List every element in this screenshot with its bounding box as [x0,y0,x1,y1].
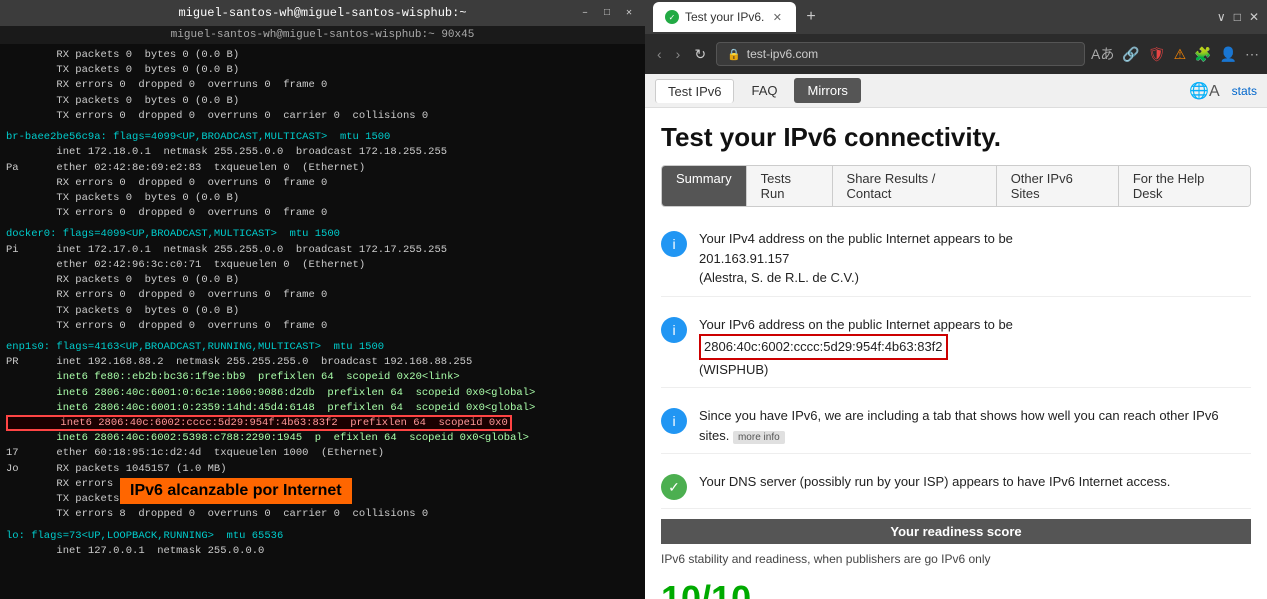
share-icon[interactable]: 🔗 [1122,46,1139,63]
profile-icon[interactable]: 👤 [1220,46,1237,63]
dns-card-text: Your DNS server (possibly run by your IS… [699,472,1170,492]
ipv4-address: 201.163.91.157 [699,251,789,266]
sub-tab-other-ipv6-sites[interactable]: Other IPv6 Sites [997,166,1119,206]
terminal-controls: – □ ✕ [577,5,637,21]
address-bar[interactable]: 🔒 test-ipv6.com [716,42,1085,66]
browser-window-controls: ∨ □ ✕ [1217,10,1259,24]
sub-tabs: Summary Tests Run Share Results / Contac… [661,165,1251,207]
warning-icon[interactable]: ⚠ [1174,46,1187,63]
ipv6-card: i Your IPv6 address on the public Intern… [661,307,1251,389]
refresh-button[interactable]: ↻ [690,44,710,65]
ipv6-isp: (WISPHUB) [699,362,768,377]
ipv6-label: IPv6 alcanzable por Internet [120,478,352,504]
tab-close-button[interactable]: ✕ [770,10,784,24]
new-tab-button[interactable]: + [802,4,819,30]
more-info-badge[interactable]: more info [733,431,785,444]
ipv6-card-text: Your IPv6 address on the public Internet… [699,315,1013,380]
info-icon-ipv4: i [661,231,687,257]
info-icon-dns: ✓ [661,474,687,500]
ipv6-label: Your IPv6 address on the public Internet… [699,317,1013,332]
readiness-body-text: IPv6 stability and readiness, when publi… [661,544,1251,574]
shield-icon[interactable]: 🛡 [1148,46,1166,63]
site-nav: Test IPv6 FAQ Mirrors 🌐A stats [645,74,1267,108]
translate-icon[interactable]: Aあ [1091,44,1114,64]
website-content: Test IPv6 FAQ Mirrors 🌐A stats Test your… [645,74,1267,599]
lock-icon: 🔒 [727,48,741,61]
translate-page-icon[interactable]: 🌐A [1189,81,1220,101]
browser-tab-active[interactable]: ✓ Test your IPv6. ✕ [653,2,796,32]
browser-titlebar: ✓ Test your IPv6. ✕ + ∨ □ ✕ [645,0,1267,34]
ipv6-address: 2806:40c:6002:cccc:5d29:954f:4b63:83f2 [699,334,948,360]
settings-icon[interactable]: ⋯ [1245,46,1259,63]
browser-toolbar-icons: Aあ 🔗 🛡 ⚠ 🧩 👤 ⋯ [1091,44,1259,64]
terminal-content: RX packets 0 bytes 0 (0.0 B) TX packets … [0,44,645,599]
dns-card: ✓ Your DNS server (possibly run by your … [661,464,1251,509]
back-button[interactable]: ‹ [653,44,666,64]
extensions-icon[interactable]: 🧩 [1194,46,1211,63]
site-nav-tab-faq[interactable]: FAQ [738,78,790,103]
ipv4-card: i Your IPv4 address on the public Intern… [661,221,1251,297]
sub-tab-share-results[interactable]: Share Results / Contact [833,166,997,206]
readiness-header: Your readiness score [661,519,1251,544]
stats-link[interactable]: stats [1232,84,1257,98]
sub-tab-help-desk[interactable]: For the Help Desk [1119,166,1250,206]
browser-maximize-button[interactable]: □ [1234,10,1241,24]
terminal-close-button[interactable]: ✕ [621,5,637,21]
readiness-score: 10/10 [661,574,1251,599]
browser-close-button[interactable]: ✕ [1249,10,1259,24]
info-icon-ipv6: i [661,317,687,343]
terminal-maximize-button[interactable]: □ [599,5,615,21]
ipv4-card-text: Your IPv4 address on the public Internet… [699,229,1013,288]
ipv4-label: Your IPv4 address on the public Internet… [699,231,1013,246]
browser-panel: ✓ Test your IPv6. ✕ + ∨ □ ✕ ‹ › ↻ 🔒 test… [645,0,1267,599]
site-nav-tab-test-ipv6[interactable]: Test IPv6 [655,79,734,103]
terminal-titlebar: miguel-santos-wh@miguel-santos-wisphub:~… [0,0,645,26]
page-title: Test your IPv6 connectivity. [661,122,1251,153]
sub-tab-summary[interactable]: Summary [662,166,747,206]
site-main-content: Test your IPv6 connectivity. Summary Tes… [645,108,1267,599]
info-cards: i Your IPv4 address on the public Intern… [661,221,1251,509]
browser-tab-title: Test your IPv6. [685,10,764,24]
ipv6-tab-info-text: Since you have IPv6, we are including a … [699,406,1251,445]
sub-tab-tests-run[interactable]: Tests Run [747,166,833,206]
site-nav-tab-mirrors[interactable]: Mirrors [794,78,860,103]
info-icon-tab: i [661,408,687,434]
browser-addressbar: ‹ › ↻ 🔒 test-ipv6.com Aあ 🔗 🛡 ⚠ 🧩 👤 ⋯ [645,34,1267,74]
readiness-section: Your readiness score IPv6 stability and … [661,519,1251,599]
forward-button[interactable]: › [672,44,685,64]
tab-favicon: ✓ [665,10,679,24]
ipv6-tab-info-card: i Since you have IPv6, we are including … [661,398,1251,454]
terminal-title: miguel-santos-wh@miguel-santos-wisphub:~ [178,6,466,20]
dns-text: Your DNS server (possibly run by your IS… [699,474,1170,489]
ipv4-isp: (Alestra, S. de R.L. de C.V.) [699,270,859,285]
url-text: test-ipv6.com [747,47,818,61]
browser-minimize-button[interactable]: ∨ [1217,10,1226,24]
terminal-panel: miguel-santos-wh@miguel-santos-wisphub:~… [0,0,645,599]
terminal-subtitle: miguel-santos-wh@miguel-santos-wisphub:~… [0,26,645,44]
terminal-minimize-button[interactable]: – [577,5,593,21]
